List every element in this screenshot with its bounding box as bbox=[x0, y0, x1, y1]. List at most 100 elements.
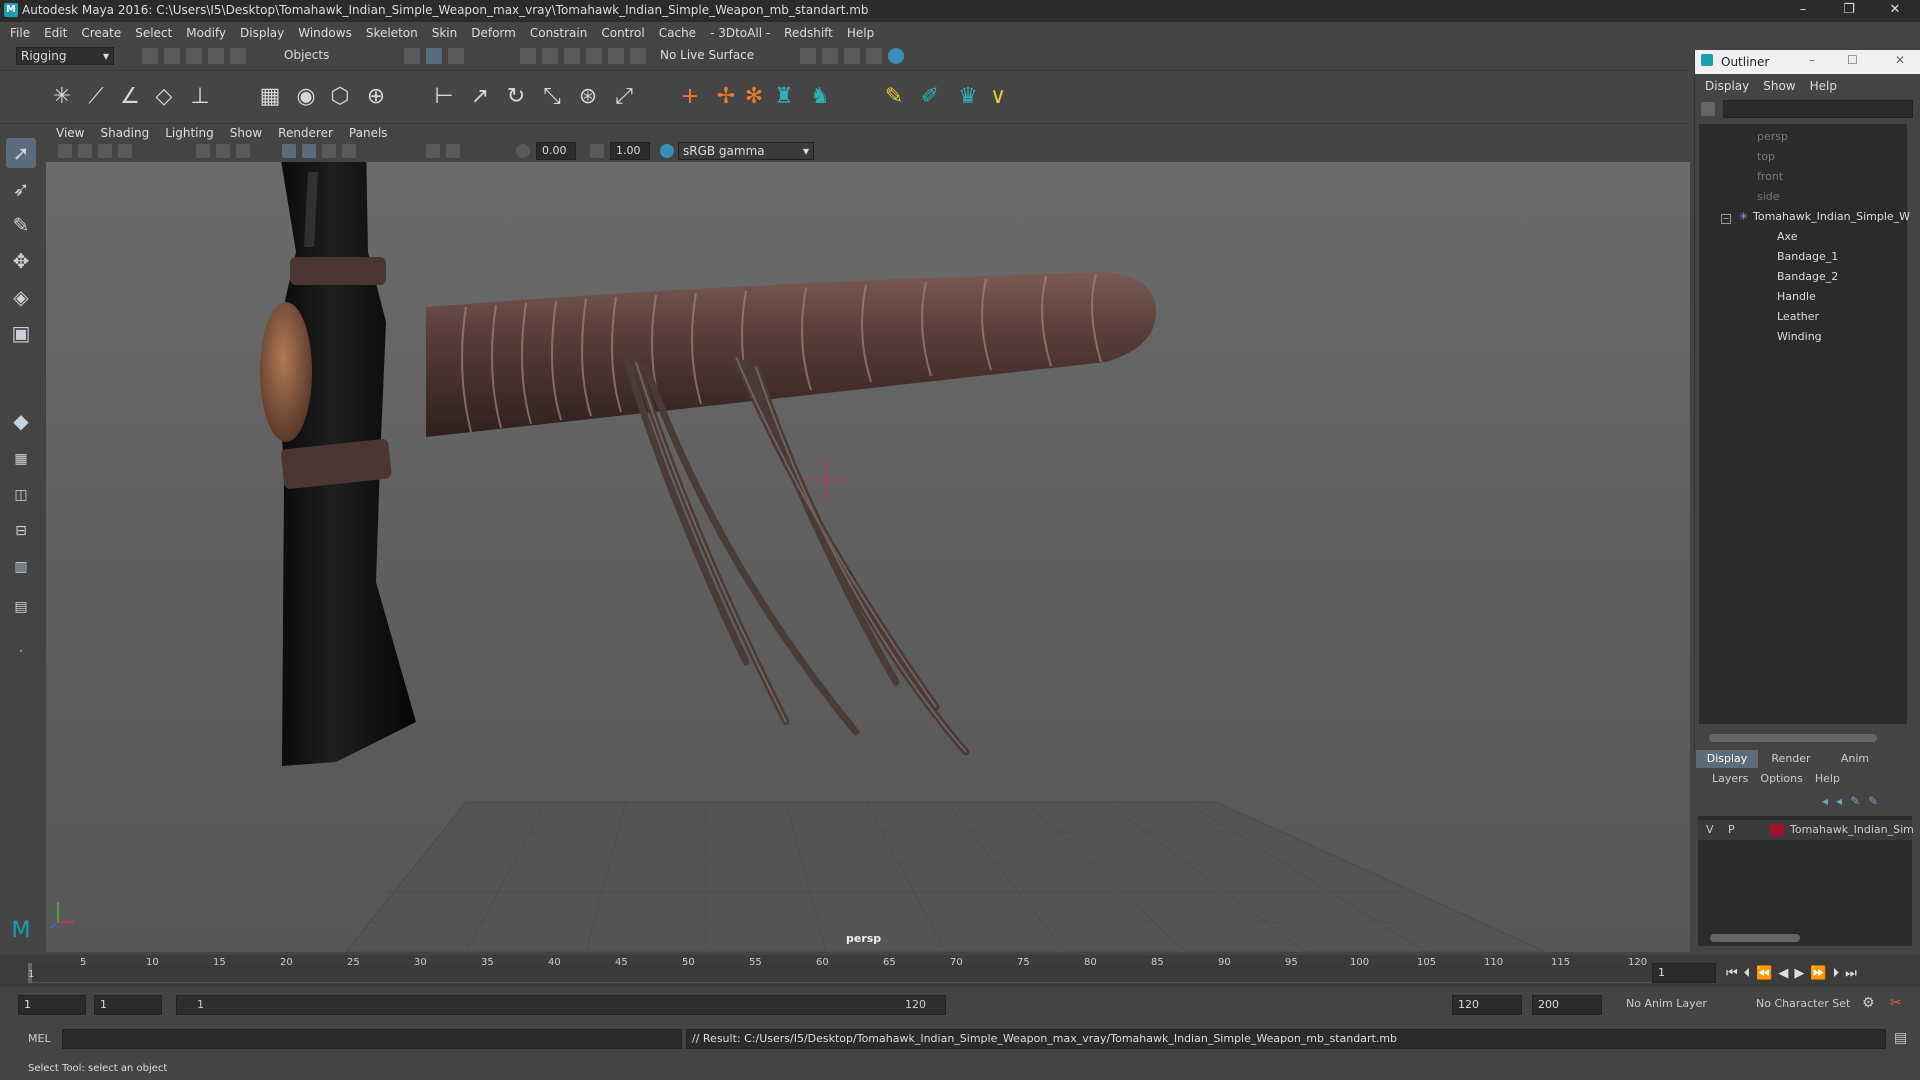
scale-tool-icon[interactable]: ▣ bbox=[6, 318, 36, 348]
xray-icon[interactable] bbox=[426, 144, 440, 158]
tab-display[interactable]: Display bbox=[1696, 750, 1758, 768]
redo-icon[interactable] bbox=[230, 48, 246, 64]
new-layer-selected-icon[interactable]: ✎ bbox=[1868, 794, 1878, 808]
outliner-menu-show[interactable]: Show bbox=[1763, 79, 1795, 93]
component-editor-icon[interactable]: ✐ bbox=[916, 83, 944, 111]
tree-item-handle[interactable]: Handle bbox=[1777, 290, 1816, 303]
gamma-field[interactable]: 1.00 bbox=[610, 142, 650, 160]
menu-edit[interactable]: Edit bbox=[44, 26, 67, 40]
scale-constraint-icon[interactable]: ⤡ bbox=[538, 83, 566, 111]
snap-point-icon[interactable] bbox=[564, 48, 580, 64]
outliner-minimize-icon[interactable]: – bbox=[1809, 53, 1815, 67]
script-language-label[interactable]: MEL bbox=[28, 1032, 51, 1045]
textured-icon[interactable] bbox=[322, 144, 336, 158]
menu-create[interactable]: Create bbox=[81, 26, 121, 40]
locator-icon[interactable]: + bbox=[676, 83, 704, 111]
tree-item-leather[interactable]: Leather bbox=[1777, 310, 1819, 323]
menu-modify[interactable]: Modify bbox=[186, 26, 226, 40]
wireframe-icon[interactable] bbox=[282, 144, 296, 158]
lasso-tool-icon[interactable]: ➶ bbox=[6, 174, 36, 204]
camera-icon[interactable] bbox=[58, 144, 72, 158]
bind-skin-icon[interactable]: ▦ bbox=[256, 83, 284, 111]
cluster-icon[interactable]: ⊕ bbox=[362, 83, 390, 111]
menu-windows[interactable]: Windows bbox=[298, 26, 352, 40]
pole-vector-icon[interactable]: ⤢ bbox=[610, 83, 638, 111]
range-slider[interactable]: 1 120 bbox=[176, 995, 946, 1015]
select-by-component-icon[interactable] bbox=[448, 48, 464, 64]
menu-skin[interactable]: Skin bbox=[432, 26, 458, 40]
mirror-joint-icon[interactable]: ⊥ bbox=[186, 83, 214, 111]
layer-menu-options[interactable]: Options bbox=[1760, 772, 1802, 785]
insert-joint-icon[interactable]: ◇ bbox=[150, 83, 178, 111]
paint-weights-icon[interactable]: ◉ bbox=[292, 83, 320, 111]
color-space-dropdown[interactable]: sRGB gamma ▾ bbox=[678, 142, 814, 160]
time-slider[interactable]: 1 5 10 15 20 25 30 35 40 45 50 55 60 65 … bbox=[0, 955, 1920, 987]
outliner-menu-help[interactable]: Help bbox=[1810, 79, 1837, 93]
undo-icon[interactable] bbox=[208, 48, 224, 64]
lights-icon[interactable] bbox=[342, 144, 356, 158]
tree-item-bandage-2[interactable]: Bandage_2 bbox=[1777, 270, 1838, 283]
render-ipr-icon[interactable] bbox=[822, 48, 838, 64]
layer-menu-help[interactable]: Help bbox=[1815, 772, 1840, 785]
select-tool-icon[interactable]: ➚ bbox=[6, 138, 36, 168]
snap-live-icon[interactable] bbox=[608, 48, 624, 64]
tab-render[interactable]: Render bbox=[1760, 750, 1822, 768]
grid-icon[interactable] bbox=[196, 144, 210, 158]
ik-handle-icon[interactable]: ⟋ bbox=[82, 83, 110, 111]
preferences-icon[interactable]: ✂ bbox=[1890, 995, 1902, 1011]
tab-anim[interactable]: Anim bbox=[1824, 750, 1886, 768]
render-frame-icon[interactable] bbox=[800, 48, 816, 64]
isolate-icon[interactable] bbox=[446, 144, 460, 158]
collapse-icon[interactable]: − bbox=[1721, 214, 1731, 224]
menu-file[interactable]: File bbox=[10, 26, 30, 40]
close-button[interactable]: ✕ bbox=[1872, 0, 1918, 22]
menu-skeleton[interactable]: Skeleton bbox=[366, 26, 418, 40]
viewport-persp[interactable]: persp bbox=[46, 162, 1690, 952]
end-time-field[interactable]: 200 bbox=[1532, 995, 1602, 1015]
snap-surface-icon[interactable] bbox=[630, 48, 646, 64]
command-input[interactable] bbox=[62, 1029, 682, 1049]
character-icon[interactable]: ♞ bbox=[806, 83, 834, 111]
playback-start-field[interactable]: 1 bbox=[94, 995, 162, 1015]
menu-control[interactable]: Control bbox=[601, 26, 644, 40]
panel-menu-show[interactable]: Show bbox=[230, 126, 262, 140]
step-back-key-icon[interactable]: ⏴ bbox=[1744, 966, 1751, 981]
snap-view-plane-icon[interactable] bbox=[586, 48, 602, 64]
smooth-shade-icon[interactable] bbox=[302, 144, 316, 158]
play-forward-icon[interactable]: ▶ bbox=[1794, 966, 1804, 981]
auto-key-icon[interactable]: ⚙ bbox=[1862, 995, 1875, 1011]
menu-redshift[interactable]: Redshift bbox=[784, 26, 833, 40]
tree-item-bandage-1[interactable]: Bandage_1 bbox=[1777, 250, 1838, 263]
panel-menu-panels[interactable]: Panels bbox=[349, 126, 388, 140]
maya-home-icon[interactable]: Ⅿ bbox=[6, 916, 36, 946]
tree-item-axe[interactable]: Axe bbox=[1777, 230, 1797, 243]
outliner-maximize-icon[interactable]: ☐ bbox=[1847, 53, 1858, 67]
layer-playback-toggle[interactable]: P bbox=[1728, 823, 1735, 836]
anim-layer-dropdown[interactable]: No Anim Layer bbox=[1626, 997, 1707, 1010]
paint-select-icon[interactable]: ✎ bbox=[6, 210, 36, 240]
layer-menu-layers[interactable]: Layers bbox=[1712, 772, 1748, 785]
hypershade-icon[interactable] bbox=[866, 48, 882, 64]
menu-display[interactable]: Display bbox=[240, 26, 284, 40]
menu-help[interactable]: Help bbox=[847, 26, 874, 40]
two-view-icon[interactable]: ◫ bbox=[6, 480, 36, 510]
film-gate-icon[interactable] bbox=[216, 144, 230, 158]
selection-mode-dropdown[interactable]: Objects bbox=[280, 47, 376, 65]
single-view-icon[interactable]: ◆ bbox=[6, 406, 36, 436]
menu-deform[interactable]: Deform bbox=[471, 26, 516, 40]
four-view-icon[interactable]: ▦ bbox=[6, 444, 36, 474]
menu-set-dropdown[interactable]: Rigging ▾ bbox=[16, 47, 114, 65]
select-by-hierarchy-icon[interactable] bbox=[404, 48, 420, 64]
hypergraph-icon[interactable]: ♛ bbox=[954, 83, 982, 111]
more-layouts-icon[interactable]: · bbox=[6, 636, 36, 666]
outliner-filter-icon[interactable] bbox=[1701, 102, 1715, 116]
minimize-button[interactable]: – bbox=[1780, 0, 1826, 22]
graph-layout-icon[interactable]: ⊟ bbox=[6, 516, 36, 546]
step-back-frame-icon[interactable]: ⏪ bbox=[1756, 966, 1772, 981]
open-scene-icon[interactable] bbox=[164, 48, 180, 64]
tree-item-persp[interactable]: persp bbox=[1757, 130, 1788, 143]
tree-item-front[interactable]: front bbox=[1757, 170, 1783, 183]
hypershade-layout-icon[interactable]: ▥ bbox=[6, 552, 36, 582]
panel-menu-renderer[interactable]: Renderer bbox=[278, 126, 333, 140]
tree-item-winding[interactable]: Winding bbox=[1777, 330, 1822, 343]
